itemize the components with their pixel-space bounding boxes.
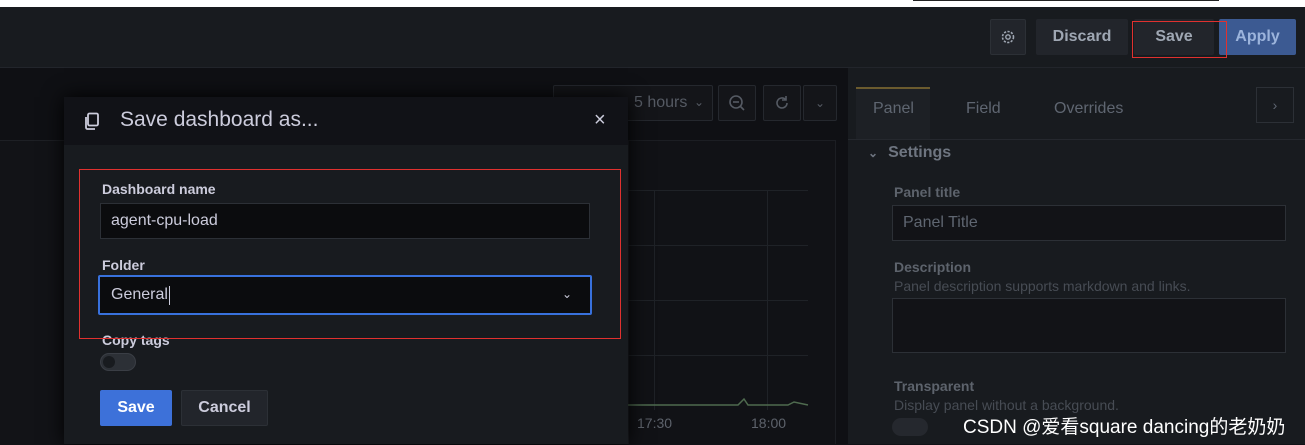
x-tick-label: 17:30 — [637, 415, 673, 431]
apply-button[interactable]: Apply — [1219, 19, 1296, 55]
zoom-out-button[interactable] — [718, 85, 756, 121]
left-panel — [0, 140, 64, 445]
gear-icon — [1001, 30, 1015, 44]
copy-tags-toggle[interactable] — [100, 353, 136, 371]
dashboard-toolbar: Discard Save Apply — [0, 7, 1305, 68]
time-range-label: 5 hours — [634, 94, 688, 111]
chart-series-line — [628, 397, 809, 406]
chevron-down-icon: ⌄ — [561, 287, 572, 301]
top-strip — [0, 0, 1305, 7]
modal-title: Save dashboard as... — [120, 108, 319, 131]
description-hint: Panel description supports markdown and … — [894, 278, 1191, 294]
chevron-down-icon: ⌄ — [814, 96, 826, 110]
dashboard-name-value: agent-cpu-load — [111, 212, 218, 229]
save-dashboard-modal: Save dashboard as... × Dashboard name ag… — [64, 97, 628, 444]
panel-title-value: Panel Title — [903, 214, 978, 231]
modal-header: Save dashboard as... × — [64, 97, 628, 145]
modal-cancel-button[interactable]: Cancel — [181, 390, 268, 426]
save-button[interactable]: Save — [1134, 19, 1214, 55]
toggle-knob — [103, 356, 115, 368]
settings-section-title: Settings — [888, 144, 952, 161]
chart-gridline — [628, 355, 808, 356]
x-tick-label: 18:00 — [751, 415, 787, 431]
transparent-hint: Display panel without a background. — [894, 397, 1119, 413]
copy-tags-label: Copy tags — [102, 332, 170, 348]
tab-divider — [848, 139, 1305, 140]
chart-gridline — [628, 245, 808, 246]
zoom-out-icon — [729, 95, 745, 111]
modal-save-button[interactable]: Save — [100, 390, 172, 426]
description-label: Description — [894, 259, 972, 275]
chart-gridline — [628, 300, 808, 301]
chevron-down-icon: ⌄ — [693, 95, 704, 109]
copy-icon — [85, 112, 99, 130]
discard-button[interactable]: Discard — [1036, 19, 1128, 55]
chevron-right-icon: › — [1272, 97, 1278, 113]
chevron-down-icon: ⌄ — [868, 146, 879, 160]
tab-overrides[interactable]: Overrides — [1054, 100, 1123, 118]
refresh-interval-dropdown[interactable]: ⌄ — [803, 85, 837, 121]
folder-select[interactable]: General ⌄ — [98, 275, 592, 315]
top-strip-line — [913, 0, 1219, 1]
folder-value: General — [111, 286, 168, 303]
description-textarea[interactable] — [892, 298, 1286, 353]
folder-label: Folder — [102, 257, 145, 273]
text-caret — [168, 285, 170, 305]
settings-button[interactable] — [990, 19, 1026, 55]
chart-gridline — [628, 190, 808, 191]
dashboard-name-label: Dashboard name — [102, 181, 216, 197]
transparent-toggle[interactable] — [892, 418, 928, 436]
transparent-label: Transparent — [894, 378, 975, 394]
panel-title-label: Panel title — [894, 184, 961, 200]
dashboard-name-input[interactable]: agent-cpu-load — [100, 203, 590, 239]
collapse-options-button[interactable]: › — [1256, 87, 1294, 123]
refresh-icon — [776, 96, 788, 109]
watermark: CSDN @爱看square dancing的老奶奶 — [963, 417, 1286, 438]
tab-panel[interactable]: Panel — [873, 100, 914, 118]
tab-field[interactable]: Field — [966, 100, 1001, 118]
settings-section-header[interactable]: ⌄ Settings — [868, 144, 951, 162]
refresh-button[interactable] — [763, 85, 801, 121]
panel-title-input[interactable]: Panel Title — [892, 205, 1286, 241]
close-icon[interactable]: × — [594, 109, 606, 132]
